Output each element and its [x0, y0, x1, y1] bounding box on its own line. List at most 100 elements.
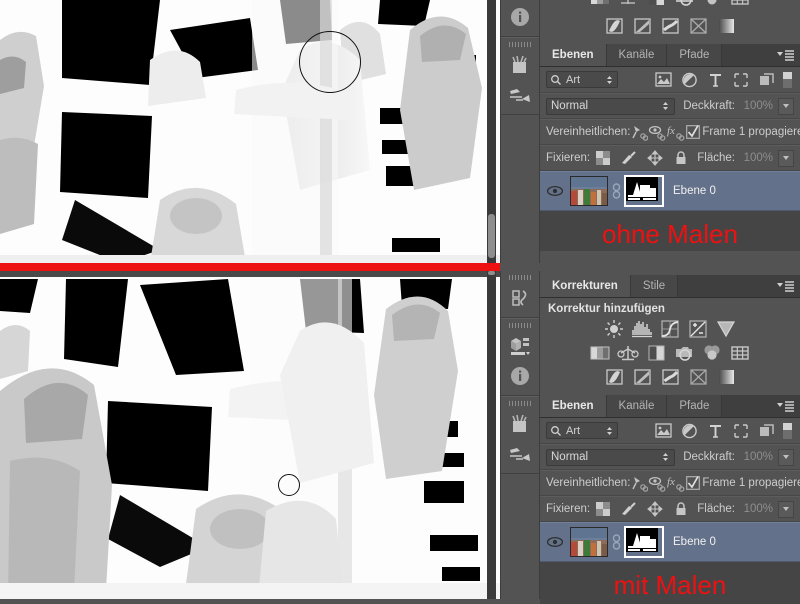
fill-value[interactable]: 100% [735, 152, 776, 164]
color-balance-icon[interactable] [616, 0, 640, 9]
tab-pfade[interactable]: Pfade [667, 44, 723, 66]
unify-style-icon[interactable]: fx [666, 122, 686, 142]
blend-mode-select[interactable]: Normal [546, 97, 676, 115]
filter-adjustment-icon[interactable] [676, 421, 702, 441]
threshold-icon[interactable] [658, 15, 682, 37]
tab-kanaele[interactable]: Kanäle [606, 44, 668, 66]
layer-thumbnail[interactable] [570, 176, 608, 206]
filter-toggle-icon[interactable] [780, 421, 794, 441]
opacity-dropdown-arrow[interactable] [778, 448, 794, 466]
mini-bridge-icon[interactable] [503, 331, 537, 361]
color-lookup-icon[interactable] [728, 0, 752, 9]
posterize-icon[interactable] [630, 366, 654, 388]
lock-position-icon[interactable] [642, 148, 668, 168]
layer-mask-thumbnail[interactable] [624, 175, 664, 207]
tab-ebenen[interactable]: Ebenen [540, 395, 607, 417]
color-balance-icon[interactable] [616, 342, 640, 364]
brush-presets-icon[interactable] [503, 80, 537, 110]
layer-link-icon[interactable] [608, 534, 624, 550]
selective-color-icon[interactable] [686, 15, 710, 37]
fill-dropdown-arrow[interactable] [778, 149, 794, 167]
lock-transparency-icon[interactable] [590, 499, 616, 519]
canvas-scrollbar[interactable] [487, 0, 496, 263]
hue-saturation-icon[interactable] [588, 342, 612, 364]
dock-grip[interactable] [509, 275, 531, 280]
layer-thumbnail[interactable] [570, 527, 608, 557]
history-icon[interactable] [503, 283, 537, 313]
black-white-icon[interactable] [644, 342, 668, 364]
photo-filter-icon[interactable] [672, 342, 696, 364]
filter-type-icon[interactable] [702, 70, 728, 90]
panel-menu-icon[interactable] [775, 48, 795, 62]
fill-dropdown-arrow[interactable] [778, 500, 794, 518]
tab-stile[interactable]: Stile [630, 275, 679, 297]
hue-saturation-icon[interactable] [588, 0, 612, 9]
dock-grip[interactable] [509, 42, 531, 47]
gradient-map-icon[interactable] [714, 15, 738, 37]
levels-icon[interactable] [630, 318, 654, 340]
blend-mode-select[interactable]: Normal [546, 448, 676, 466]
unify-position-icon[interactable] [630, 122, 649, 142]
dock-grip[interactable] [509, 401, 531, 406]
unify-visibility-icon[interactable] [648, 122, 666, 142]
top-canvas[interactable] [0, 0, 500, 263]
panel-menu-icon[interactable] [775, 399, 795, 413]
layer-mask-thumbnail[interactable] [624, 526, 664, 558]
table-row[interactable]: Ebene 0 [540, 171, 800, 211]
bottom-canvas[interactable] [0, 271, 500, 599]
brightness-contrast-icon[interactable] [602, 318, 626, 340]
lock-all-icon[interactable] [668, 499, 694, 519]
invert-icon[interactable] [602, 15, 626, 37]
opacity-value[interactable]: 100% [735, 100, 776, 112]
unify-style-icon[interactable]: fx [666, 473, 686, 493]
layer-link-icon[interactable] [608, 183, 624, 199]
filter-adjustment-icon[interactable] [676, 70, 702, 90]
tab-pfade[interactable]: Pfade [667, 395, 723, 417]
layer-visibility-toggle[interactable] [540, 185, 570, 197]
filter-pixel-icon[interactable] [650, 421, 676, 441]
filter-pixel-icon[interactable] [650, 70, 676, 90]
filter-smartobject-icon[interactable] [754, 70, 780, 90]
threshold-icon[interactable] [658, 366, 682, 388]
dock-grip[interactable] [509, 323, 531, 328]
filter-shape-icon[interactable] [728, 70, 754, 90]
brush-cup-icon[interactable] [503, 50, 537, 80]
filter-type-icon[interactable] [702, 421, 728, 441]
canvas-scrollbar-bottom[interactable] [487, 271, 496, 599]
filter-smartobject-icon[interactable] [754, 421, 780, 441]
curves-icon[interactable] [658, 318, 682, 340]
propagate-checkbox[interactable] [686, 473, 701, 493]
lock-image-icon[interactable] [616, 148, 642, 168]
propagate-checkbox[interactable] [686, 122, 701, 142]
filter-type-select[interactable]: Art [546, 71, 618, 88]
panel-menu-icon[interactable] [775, 279, 795, 293]
lock-image-icon[interactable] [616, 499, 642, 519]
posterize-icon[interactable] [630, 15, 654, 37]
info-icon[interactable] [503, 2, 537, 32]
brush-cup-icon[interactable] [503, 409, 537, 439]
opacity-dropdown-arrow[interactable] [778, 97, 794, 115]
vibrance-icon[interactable] [714, 318, 738, 340]
tab-kanaele[interactable]: Kanäle [606, 395, 668, 417]
filter-type-select[interactable]: Art [546, 422, 618, 439]
color-lookup-icon[interactable] [728, 342, 752, 364]
fill-value[interactable]: 100% [735, 503, 776, 515]
unify-position-icon[interactable] [630, 473, 649, 493]
channel-mixer-icon[interactable] [700, 0, 724, 9]
channel-mixer-icon[interactable] [700, 342, 724, 364]
tab-ebenen[interactable]: Ebenen [540, 44, 607, 66]
filter-toggle-icon[interactable] [780, 70, 794, 90]
info-icon[interactable] [503, 361, 537, 391]
table-row[interactable]: Ebene 0 [540, 522, 800, 562]
filter-shape-icon[interactable] [728, 421, 754, 441]
selective-color-icon[interactable] [686, 366, 710, 388]
lock-all-icon[interactable] [668, 148, 694, 168]
tab-korrekturen[interactable]: Korrekturen [540, 275, 631, 297]
gradient-map-icon[interactable] [714, 366, 738, 388]
unify-visibility-icon[interactable] [648, 473, 666, 493]
lock-transparency-icon[interactable] [590, 148, 616, 168]
lock-position-icon[interactable] [642, 499, 668, 519]
opacity-value[interactable]: 100% [735, 451, 776, 463]
exposure-icon[interactable] [686, 318, 710, 340]
photo-filter-icon[interactable] [672, 0, 696, 9]
